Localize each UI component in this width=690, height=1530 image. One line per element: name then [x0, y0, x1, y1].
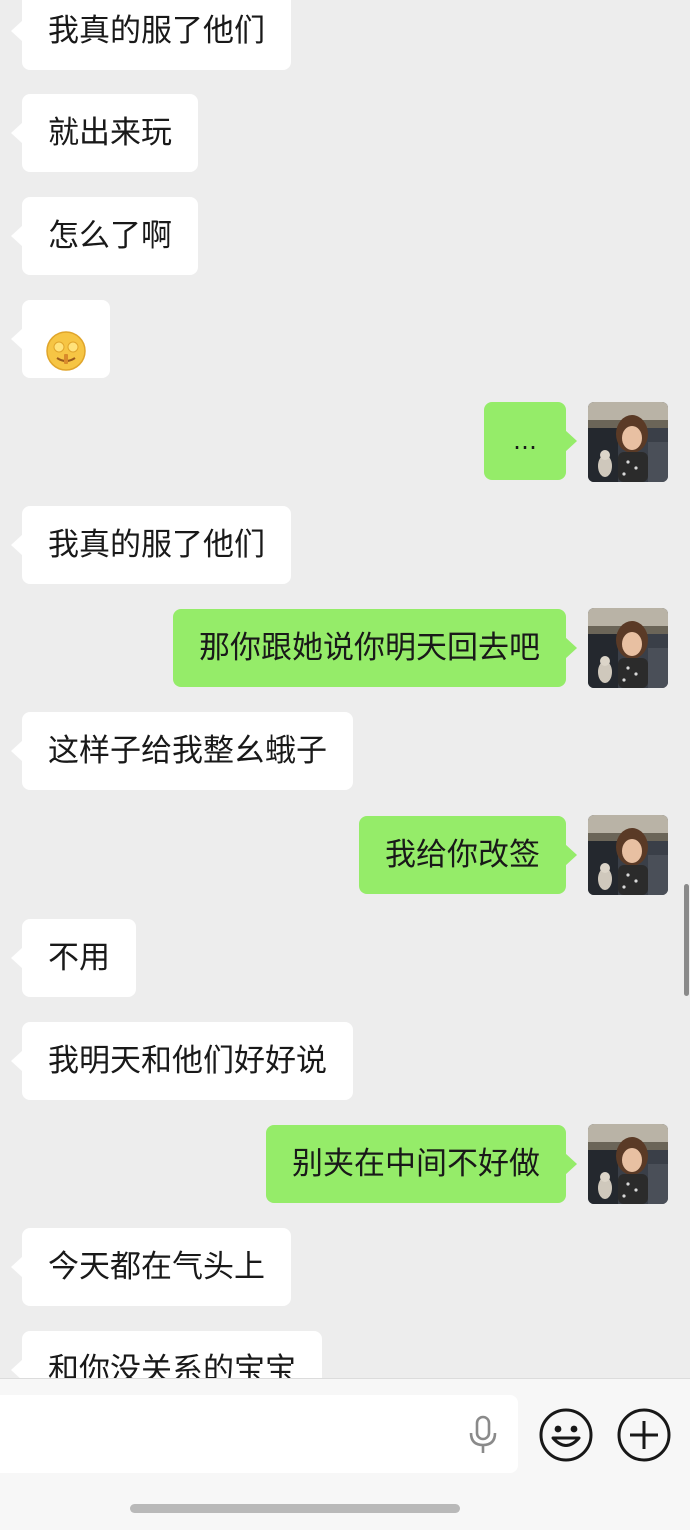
message-bubble-incoming[interactable]: 今天都在气头上: [11, 1228, 291, 1306]
message-bubble-incoming[interactable]: 我真的服了他们: [11, 0, 291, 70]
message-bubble-incoming[interactable]: 就出来玩: [11, 94, 198, 172]
message-bubble-incoming[interactable]: 我真的服了他们: [11, 506, 291, 584]
plus-circle-icon[interactable]: [616, 1407, 672, 1467]
message-text: 别夹在中间不好做: [292, 1146, 540, 1182]
message-text: 那你跟她说你明天回去吧: [199, 630, 540, 666]
message-bubble-incoming[interactable]: 和你没关系的宝宝: [11, 1331, 322, 1378]
avatar[interactable]: [588, 1124, 668, 1204]
smiley-icon[interactable]: [538, 1407, 594, 1467]
avatar[interactable]: [588, 608, 668, 688]
message-text: 怎么了啊: [48, 218, 172, 254]
message-input[interactable]: [0, 1395, 518, 1473]
message-bubble-incoming[interactable]: 我明天和他们好好说: [11, 1022, 353, 1100]
message-bubble-outgoing[interactable]: 我给你改签: [359, 816, 577, 894]
message-text: 我给你改签: [385, 837, 540, 873]
message-text: …: [513, 427, 537, 455]
message-text: 今天都在气头上: [48, 1249, 265, 1285]
message-bubble-outgoing[interactable]: 别夹在中间不好做: [266, 1125, 577, 1203]
message-bubble-incoming-emoji[interactable]: [11, 300, 110, 378]
message-text: 我明天和他们好好说: [48, 1043, 327, 1079]
message-text: 这样子给我整幺蛾子: [48, 733, 327, 769]
message-bubble-outgoing[interactable]: 那你跟她说你明天回去吧: [173, 609, 577, 687]
message-bubble-outgoing[interactable]: …: [484, 402, 577, 480]
avatar[interactable]: [588, 402, 668, 482]
home-indicator: [130, 1504, 460, 1513]
message-text: 就出来玩: [48, 115, 172, 151]
chat-area[interactable]: 我真的服了他们 就出来玩 怎么了啊 … 我真的服了他们 那你跟她说你明天回去吧 …: [0, 0, 690, 1378]
scrollbar[interactable]: [684, 884, 689, 996]
message-text: 我真的服了他们: [48, 527, 265, 563]
message-bubble-incoming[interactable]: 这样子给我整幺蛾子: [11, 712, 353, 790]
message-text: 和你没关系的宝宝: [48, 1352, 296, 1378]
message-text: 不用: [48, 940, 110, 976]
message-bubble-incoming[interactable]: 怎么了啊: [11, 197, 198, 275]
message-text: 我真的服了他们: [48, 13, 265, 49]
money-mouth-face-emoji-icon: [45, 323, 87, 401]
avatar[interactable]: [588, 815, 668, 895]
message-bubble-incoming[interactable]: 不用: [11, 919, 136, 997]
microphone-icon[interactable]: [466, 1415, 500, 1459]
